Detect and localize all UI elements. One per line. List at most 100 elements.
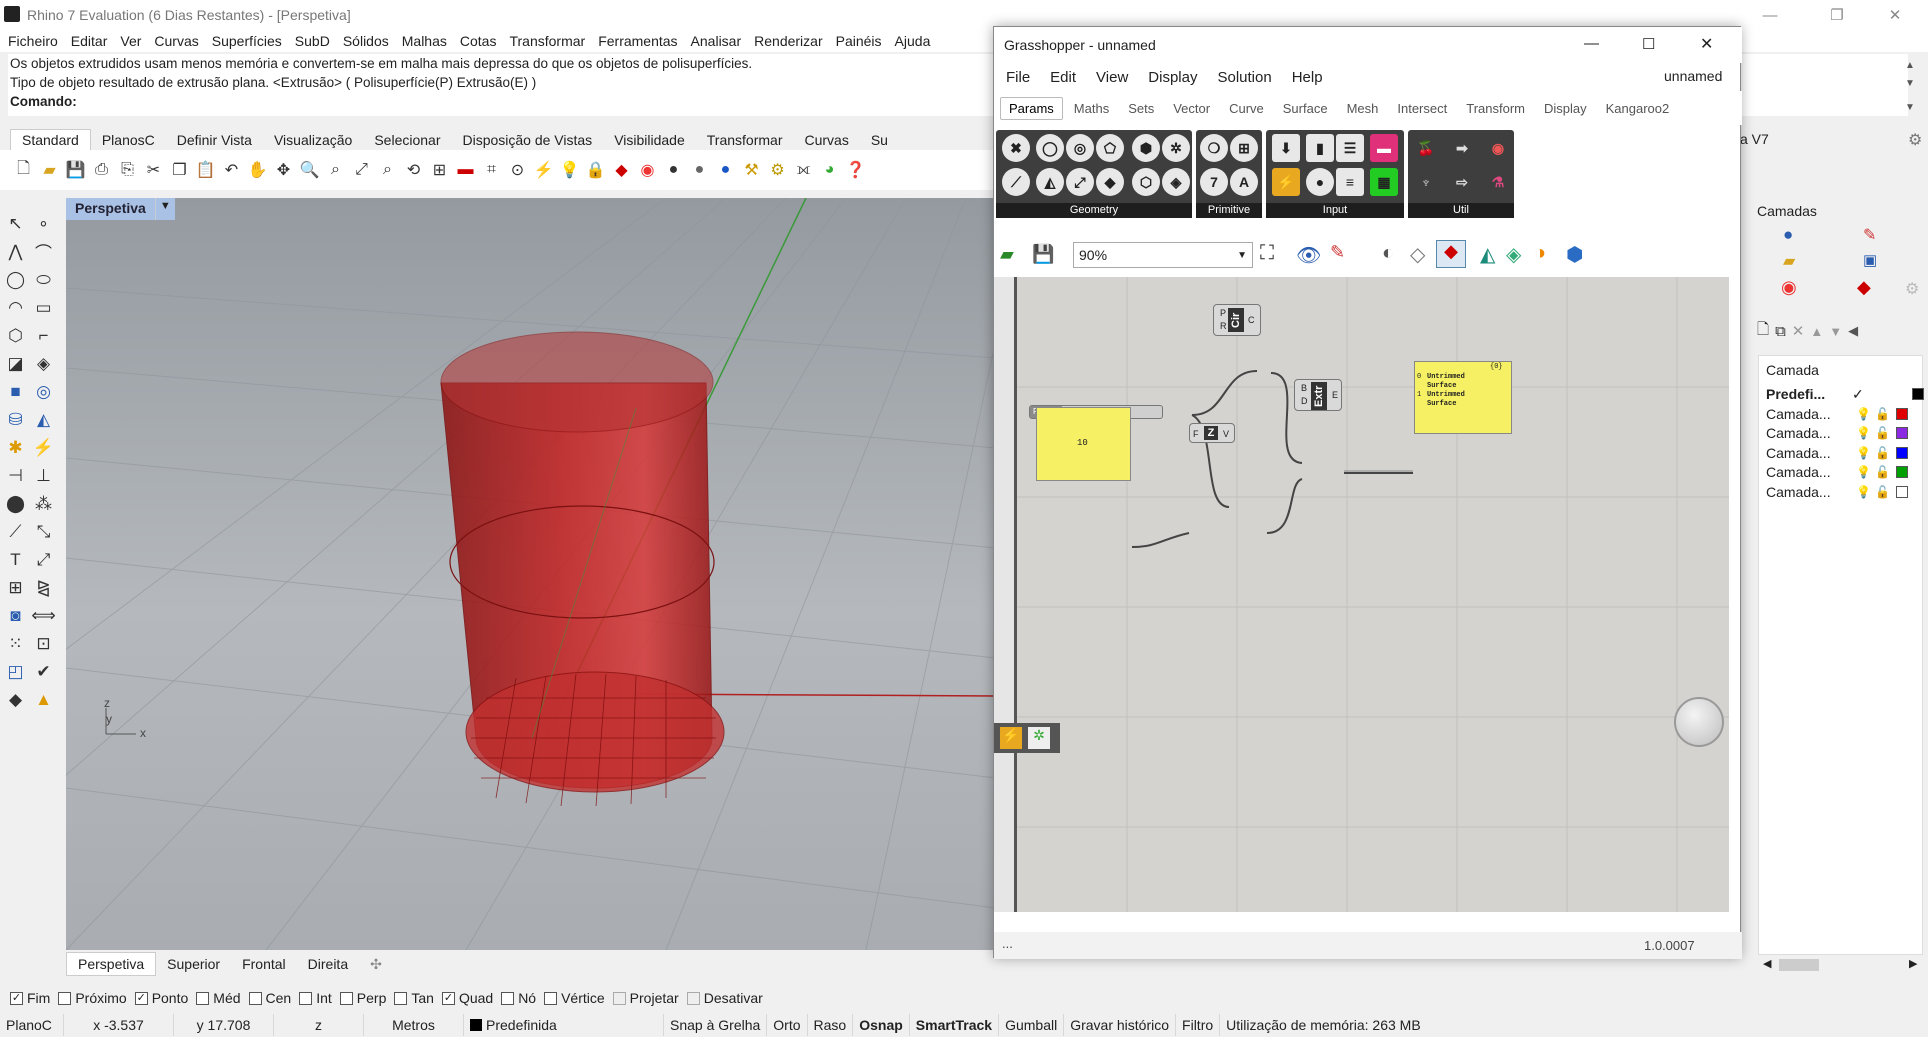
gh-geometry-icon[interactable]: ✖ — [1002, 134, 1030, 162]
gh-menu-solution[interactable]: Solution — [1217, 69, 1271, 86]
gh-tab-vector[interactable]: Vector — [1165, 98, 1218, 119]
menu-cotas[interactable]: Cotas — [460, 33, 497, 49]
gh-panel-input[interactable]: 10 — [1036, 407, 1131, 481]
explode-icon[interactable]: ⁂ — [32, 492, 55, 515]
gh-bake-icon[interactable]: ◭ — [1480, 242, 1495, 267]
layer-color-swatch[interactable] — [1895, 466, 1908, 478]
zoom-icon[interactable]: 🔍 — [298, 159, 321, 182]
polyline-icon[interactable]: ⋀ — [4, 240, 27, 263]
light-bulb-icon[interactable]: 💡 — [1856, 407, 1871, 421]
named-view-icon[interactable]: ⚡ — [532, 159, 555, 182]
gh-preview-off-icon[interactable]: ◐ — [1382, 242, 1394, 265]
restore-icon[interactable]: ❐ — [1814, 0, 1860, 30]
gh-menu-display[interactable]: Display — [1148, 69, 1197, 86]
scale-icon[interactable]: ⤢ — [32, 548, 55, 571]
menu-analisar[interactable]: Analisar — [691, 33, 742, 49]
unlock-icon[interactable]: 🔓 — [1875, 465, 1890, 479]
tab-su[interactable]: Su — [860, 130, 899, 150]
gh-flask-icon[interactable]: ⚗ — [1484, 168, 1512, 196]
gh-minimize-icon[interactable]: — — [1584, 35, 1599, 52]
export-icon[interactable]: ⎘ — [116, 159, 139, 182]
gh-doc-name[interactable]: unnamed — [1664, 68, 1722, 84]
gh-curve-param-icon[interactable]: ◎ — [1066, 134, 1094, 162]
copy-icon[interactable]: ❐ — [168, 159, 191, 182]
gh-close-icon[interactable]: ✕ — [1700, 34, 1713, 54]
osnap-quad[interactable]: ✓ Quad — [441, 990, 493, 1006]
extruded-cylinder[interactable] — [440, 331, 725, 807]
gh-plane-param-icon[interactable]: ◆ — [1096, 168, 1124, 196]
gh-preview-wire-icon[interactable]: ◇ — [1410, 242, 1425, 267]
layer-color-swatch[interactable] — [1895, 427, 1908, 439]
light-bulb-icon[interactable]: 💡 — [558, 159, 581, 182]
gh-boolean-param-icon[interactable]: ❍ — [1200, 134, 1228, 162]
gh-fitness-arrow-icon[interactable]: ⇨ — [1448, 168, 1476, 196]
gh-menu-help[interactable]: Help — [1292, 69, 1323, 86]
osnap-ponto[interactable]: ✓ Ponto — [134, 990, 188, 1006]
status-history[interactable]: Gravar histórico — [1064, 1013, 1177, 1036]
polygon-icon[interactable]: ⬡ — [4, 324, 27, 347]
properties-icon[interactable]: ● — [1783, 225, 1793, 245]
gh-tab-display[interactable]: Display — [1536, 98, 1595, 119]
lights-icon[interactable]: ✱ — [4, 436, 27, 459]
gh-preview-shaded-icon[interactable]: ◆ — [1436, 240, 1466, 268]
move-icon[interactable]: ✥ — [272, 159, 295, 182]
vp-tab-superior[interactable]: Superior — [156, 953, 231, 975]
gh-material-icon[interactable]: ◑ — [1534, 242, 1546, 265]
box-icon[interactable]: ■ — [4, 380, 27, 403]
gh-panel-output[interactable]: {0} 0 Untrimmed Surface 1 Untrimmed Surface — [1414, 361, 1512, 434]
gh-brep-param-icon[interactable]: ⬢ — [1132, 134, 1160, 162]
scroll-down-icon[interactable]: ▼ — [1905, 78, 1915, 89]
gh-circle-component[interactable]: P R Cir C — [1213, 304, 1261, 336]
render-sphere-icon[interactable]: ● — [688, 159, 711, 182]
gh-tab-transform[interactable]: Transform — [1458, 98, 1533, 119]
gh-tab-mesh[interactable]: Mesh — [1339, 98, 1387, 119]
surface-icon[interactable]: ◪ — [4, 352, 27, 375]
save-icon[interactable]: 💾 — [64, 159, 87, 182]
gh-text-param-icon[interactable]: A — [1230, 168, 1258, 196]
zoom-extents-icon[interactable]: ⤢ — [350, 159, 373, 182]
layer-name[interactable]: Camada... — [1766, 406, 1838, 422]
vp-tab-frontal[interactable]: Frontal — [231, 953, 297, 975]
gh-tab-maths[interactable]: Maths — [1066, 98, 1117, 119]
gh-line-param-icon[interactable]: ⟋ — [1002, 168, 1030, 196]
status-cplane[interactable]: PlanoC — [0, 1013, 64, 1036]
layer-color-swatch[interactable] — [1895, 485, 1908, 498]
check-icon[interactable]: ✔ — [32, 660, 55, 683]
scroll-thumb[interactable] — [1779, 959, 1819, 971]
osnap-perp[interactable]: Perp — [339, 990, 386, 1006]
status-raso[interactable]: Raso — [808, 1013, 854, 1036]
layers-icon[interactable]: ◆ — [610, 159, 633, 182]
tab-definir-vista[interactable]: Definir Vista — [166, 130, 263, 150]
environment-sphere-icon[interactable]: ● — [714, 159, 737, 182]
gh-graph-mapper-icon[interactable]: ⚡ — [1272, 168, 1300, 196]
scroll-left-icon[interactable]: ◀ — [1763, 957, 1771, 970]
fillet-icon[interactable]: ⌐ — [32, 324, 55, 347]
display-icon[interactable]: ✎ — [1863, 225, 1876, 245]
vp-tab-perspetiva[interactable]: Perspetiva — [66, 952, 157, 976]
checkbox-icon[interactable]: ✓ — [10, 991, 23, 1005]
move-tool-icon[interactable]: ⊥ — [32, 464, 55, 487]
menu-renderizar[interactable]: Renderizar — [754, 33, 822, 49]
cylinder-icon[interactable]: ⛁ — [4, 408, 27, 431]
help-icon[interactable]: ❓ — [844, 159, 867, 182]
gh-extrude-component[interactable]: B D Extr E — [1294, 379, 1342, 411]
scroll-right-icon[interactable]: ▶ — [1909, 957, 1917, 970]
rotate-view-icon[interactable]: ⟲ — [402, 159, 425, 182]
gh-jump-icon[interactable]: ◉ — [1484, 134, 1512, 162]
checkbox-icon[interactable] — [299, 991, 313, 1005]
gh-integer-param-icon[interactable]: ⊞ — [1230, 134, 1258, 162]
cut-icon[interactable]: ✂ — [142, 159, 165, 182]
select-arrow-icon[interactable]: ↖ — [4, 212, 27, 235]
circle-icon[interactable]: ◯ — [4, 268, 27, 291]
array-icon[interactable]: ⊞ — [4, 576, 27, 599]
dimension-tool-icon[interactable]: ⟺ — [31, 604, 55, 627]
tab-standard[interactable]: Standard — [10, 129, 91, 150]
light-bulb-icon[interactable]: 💡 — [1856, 465, 1871, 479]
menu-curvas[interactable]: Curvas — [154, 33, 198, 49]
menu-ficheiro[interactable]: Ficheiro — [8, 33, 58, 49]
vp-tab-direita[interactable]: Direita — [297, 953, 359, 975]
checkbox-icon[interactable] — [58, 991, 72, 1005]
car-icon[interactable]: ▬ — [454, 159, 477, 182]
gh-tab-sets[interactable]: Sets — [1120, 98, 1162, 119]
gh-point-param-icon[interactable]: ◭ — [1036, 168, 1064, 196]
